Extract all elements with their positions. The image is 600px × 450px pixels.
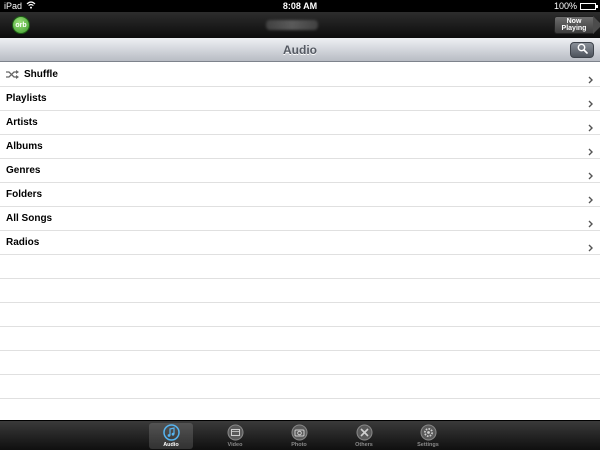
list-item-label: Albums — [6, 141, 43, 152]
empty-row — [0, 279, 600, 303]
tab-label: Photo — [291, 442, 307, 448]
empty-row — [0, 327, 600, 351]
tab-settings[interactable]: Settings — [406, 423, 450, 449]
tab-label: Video — [227, 442, 243, 448]
shuffle-icon — [6, 70, 20, 80]
battery-percent: 100% — [553, 1, 577, 11]
tab-others[interactable]: Others — [342, 423, 386, 449]
list-item-radios[interactable]: Radios — [0, 231, 600, 255]
list-item-label: Shuffle — [24, 69, 58, 80]
navigation-bar: Audio — [0, 38, 600, 62]
tab-audio[interactable]: Audio — [149, 423, 193, 449]
page-title: Audio — [283, 42, 317, 57]
now-playing-line2: Playing — [561, 25, 587, 32]
gear-icon — [419, 423, 437, 441]
tab-label: Settings — [417, 442, 439, 448]
empty-row — [0, 351, 600, 375]
empty-row — [0, 255, 600, 279]
list-item-genres[interactable]: Genres — [0, 159, 600, 183]
search-icon — [577, 41, 588, 59]
list-item-label: Genres — [6, 165, 41, 176]
list-item-all-songs[interactable]: All Songs — [0, 207, 600, 231]
list-item-shuffle[interactable]: Shuffle — [0, 63, 600, 87]
list-item-label: Folders — [6, 189, 43, 200]
tab-bar: Audio Video Photo Others Settings — [0, 420, 600, 450]
tab-label: Others — [355, 442, 373, 448]
audio-menu-list: Shuffle Playlists Artists Albums Genres … — [0, 63, 600, 255]
empty-table-rows — [0, 255, 600, 423]
now-playing-line1: Now — [566, 17, 582, 25]
status-time: 8:08 AM — [282, 1, 318, 11]
tab-video[interactable]: Video — [213, 423, 257, 449]
blurred-title — [266, 20, 318, 30]
app-header: orb Now Playing — [0, 12, 600, 38]
list-item-label: Playlists — [6, 93, 47, 104]
tab-label: Audio — [163, 442, 179, 448]
list-item-label: Artists — [6, 117, 38, 128]
list-item-label: Radios — [6, 237, 40, 248]
music-note-icon — [162, 423, 180, 441]
film-icon — [226, 423, 244, 441]
device-name: iPad — [4, 1, 23, 11]
empty-row — [0, 375, 600, 399]
list-item-albums[interactable]: Albums — [0, 135, 600, 159]
camera-icon — [290, 423, 308, 441]
list-item-artists[interactable]: Artists — [0, 111, 600, 135]
empty-row — [0, 303, 600, 327]
search-button[interactable] — [570, 42, 594, 58]
status-bar: iPad 8:08 AM 100% — [0, 0, 600, 12]
tools-icon — [355, 423, 373, 441]
wifi-icon — [26, 1, 36, 11]
list-item-folders[interactable]: Folders — [0, 183, 600, 207]
tab-photo[interactable]: Photo — [277, 423, 321, 449]
battery-icon — [580, 2, 598, 10]
list-item-label: All Songs — [6, 213, 53, 224]
now-playing-button[interactable]: Now Playing — [554, 16, 600, 34]
orb-logo[interactable]: orb — [12, 16, 30, 34]
list-item-playlists[interactable]: Playlists — [0, 87, 600, 111]
